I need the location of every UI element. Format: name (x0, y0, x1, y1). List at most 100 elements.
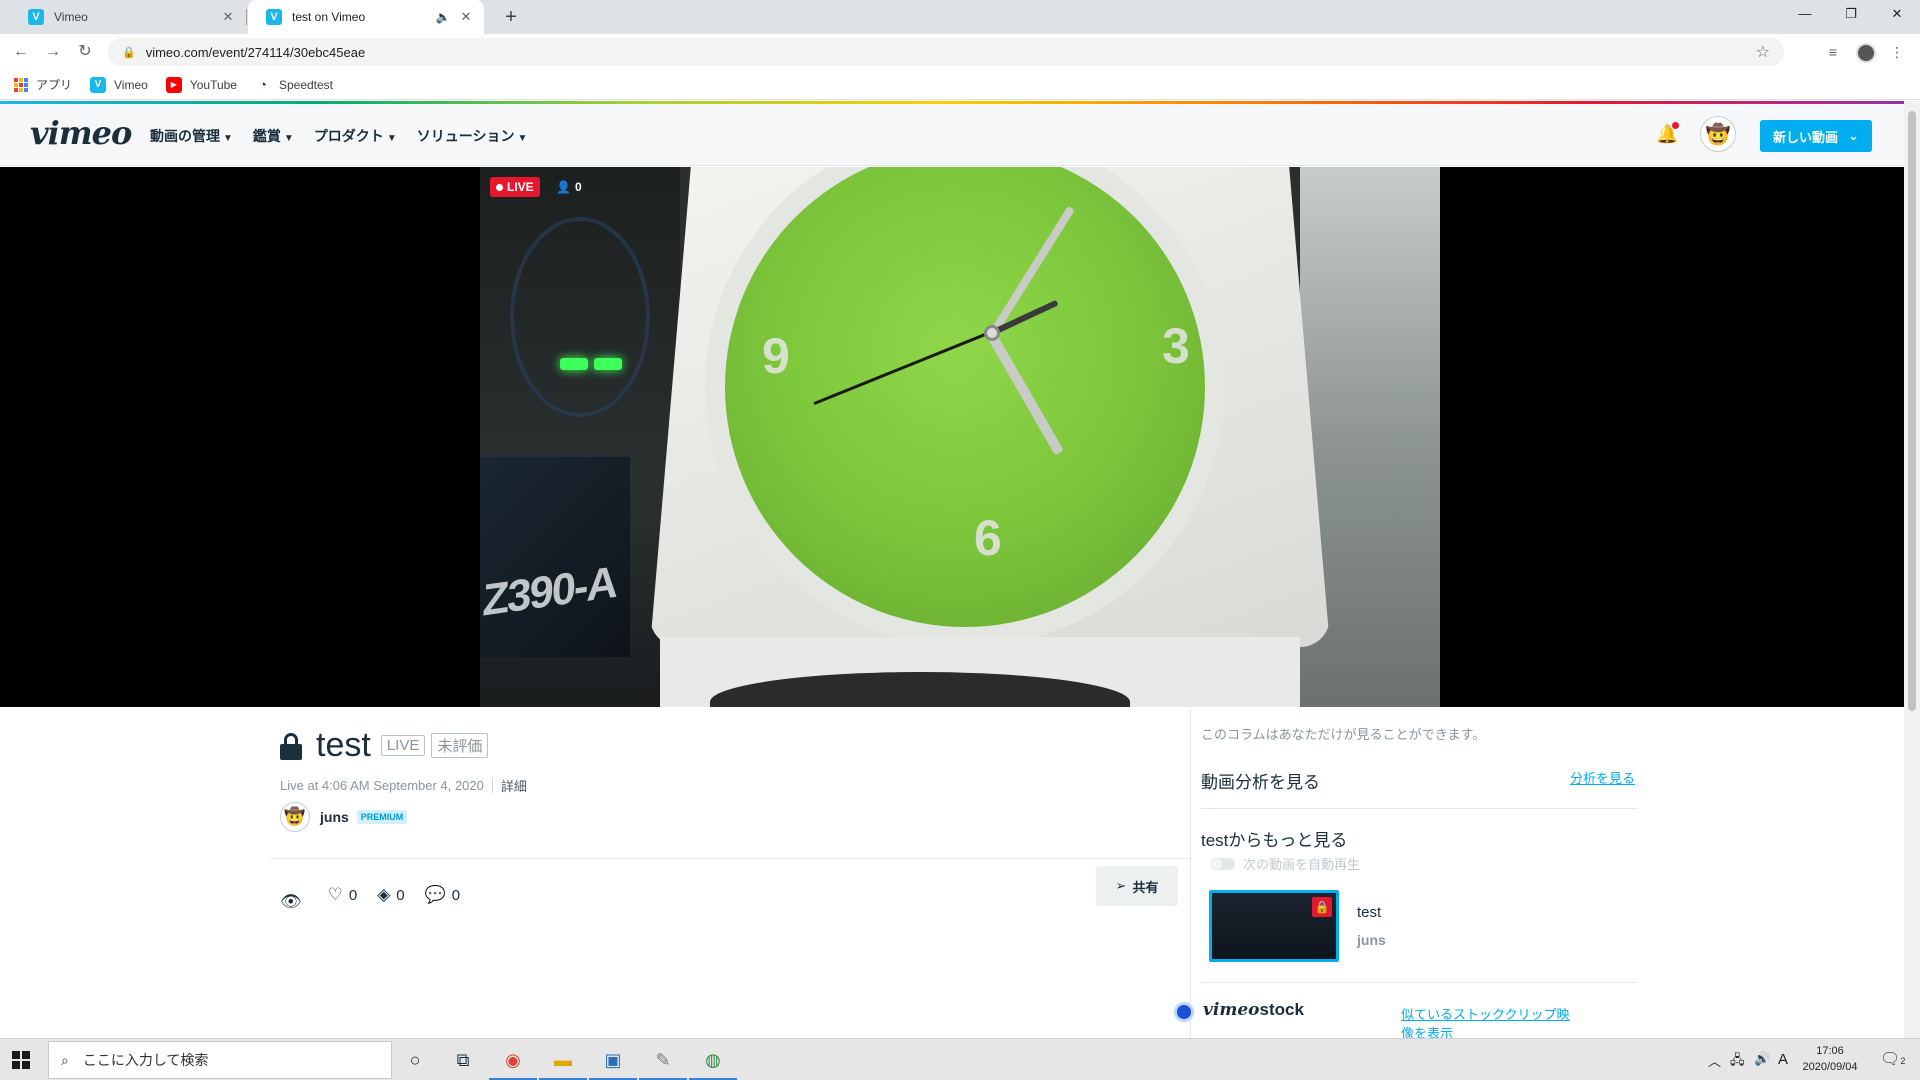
view-analytics-link[interactable]: 分析を見る (1570, 768, 1635, 787)
like-stat[interactable]: ♡ 0 (328, 885, 358, 905)
recommended-title[interactable]: test (1357, 904, 1381, 921)
owner-avatar[interactable]: 🤠 (280, 802, 310, 832)
bookmark-apps[interactable]: アプリ (14, 76, 72, 93)
app-window-icon[interactable]: ▣ (589, 1045, 637, 1080)
tab-label: test on Vimeo (292, 10, 366, 24)
bookmarks-bar: アプリ V Vimeo ▶ YouTube ◔ Speedtest (0, 70, 1920, 100)
live-dot-icon (496, 183, 503, 191)
video-player[interactable]: Z390-A 9 3 6 LIVE 👤 0 (0, 167, 1904, 707)
address-bar[interactable]: 🔒 vimeo.com/event/274114/30ebc45eae ☆ (108, 38, 1784, 66)
windows-taskbar: ⌕ ここに入力して検索 ○ ⧉ ◉ ▬ ▣ ✎ ◍ ︿ 🖧 🔊 A 17:06 … (0, 1038, 1920, 1080)
cortana-icon[interactable]: ○ (400, 1045, 430, 1075)
sidebar-divider (1201, 808, 1638, 809)
page-scrollbar[interactable] (1904, 101, 1920, 1038)
clock-face (725, 167, 1205, 627)
tab-vimeo[interactable]: V Vimeo ✕ (10, 0, 246, 34)
clock-number-3: 3 (1162, 318, 1190, 374)
chevron-down-icon: ▼ (517, 133, 528, 144)
person-icon: 👤 (556, 180, 571, 194)
owner-sidebar: このコラムはあなただけが見ることができます。 動画分析を見る testからもっと… (1190, 708, 1638, 1041)
vimeo-favicon-icon: V (28, 9, 44, 25)
vimeo-icon: V (90, 76, 107, 93)
taskbar-clock[interactable]: 17:06 2020/09/04 (1796, 1043, 1864, 1075)
bookmark-speedtest[interactable]: ◔ Speedtest (255, 77, 333, 93)
back-arrow-icon[interactable]: ← (8, 39, 34, 65)
bookmark-label: Speedtest (278, 77, 334, 92)
taskbar-search-box[interactable]: ⌕ ここに入力して検索 (48, 1041, 392, 1079)
recommended-owner[interactable]: juns (1357, 932, 1386, 948)
user-avatar[interactable]: 🤠 (1700, 116, 1736, 152)
comment-stat[interactable]: 💬 0 (425, 885, 461, 905)
toggle-switch[interactable] (1211, 857, 1235, 870)
owner-name[interactable]: juns (320, 809, 349, 825)
autoplay-toggle[interactable]: 次の動画を自動再生 (1211, 854, 1360, 873)
minimize-button[interactable]: — (1782, 0, 1828, 30)
windows-start-icon[interactable] (12, 1051, 30, 1069)
vimeo-logo[interactable]: vimeo (30, 114, 132, 152)
bookmark-vimeo[interactable]: V Vimeo (90, 76, 148, 93)
eye-icon: 👁 (280, 892, 302, 911)
nav-products[interactable]: プロダクト ▼ (314, 126, 397, 146)
video-motherboard (480, 457, 630, 657)
close-icon[interactable]: ✕ (220, 9, 236, 25)
file-explorer-icon[interactable]: ▬ (539, 1045, 587, 1080)
volume-icon[interactable]: 🔊 (1754, 1051, 1770, 1067)
premium-badge: PREMIUM (356, 810, 408, 824)
kebab-menu-icon[interactable]: ⋮ (1884, 39, 1910, 65)
bookmark-label: Vimeo (114, 77, 148, 92)
recommended-thumbnail[interactable]: 🔒 (1209, 890, 1339, 962)
details-link[interactable]: 詳細 (501, 776, 527, 795)
paint-brush-icon[interactable]: ✎ (639, 1045, 687, 1080)
owner-row: 🤠 juns PREMIUM (280, 802, 408, 832)
speaker-icon[interactable]: 🔈 (434, 10, 452, 24)
window-close-button[interactable]: ✕ (1874, 0, 1920, 30)
media-control-icon[interactable]: ≡ (1820, 39, 1846, 65)
restore-button[interactable]: ❐ (1828, 0, 1874, 30)
scrollbar-thumb[interactable] (1908, 111, 1916, 711)
video-cables (510, 217, 650, 417)
new-video-button[interactable]: 新しい動画 ⌄ (1760, 120, 1872, 152)
apps-grid-icon (14, 77, 28, 92)
vimeo-favicon-icon: V (266, 9, 282, 25)
speedtest-icon: ◔ (259, 77, 267, 92)
chevron-down-icon: ▼ (223, 133, 233, 144)
share-button[interactable]: ➢ 共有 (1096, 866, 1178, 906)
live-date: Live at 4:06 AM September 4, 2020 (280, 778, 484, 793)
browser-tab-strip: V Vimeo ✕ V test on Vimeo 🔈 ✕ + — ❐ ✕ (0, 0, 1920, 34)
live-badge: LIVE (490, 177, 540, 197)
bookmark-youtube[interactable]: ▶ YouTube (165, 76, 237, 93)
nav-watch[interactable]: 鑑賞 ▼ (253, 126, 294, 146)
nav-manage-videos[interactable]: 動画の管理 ▼ (150, 126, 233, 146)
task-view-icon[interactable]: ⧉ (448, 1045, 478, 1075)
tab-test-on-vimeo[interactable]: V test on Vimeo 🔈 ✕ (248, 0, 484, 34)
vimeo-header: vimeo 動画の管理 ▼ 鑑賞 ▼ プロダクト ▼ ソリューション ▼ 🔔 🤠 新しい… (0, 104, 1904, 166)
forward-arrow-icon[interactable]: → (40, 39, 66, 65)
close-icon[interactable]: ✕ (458, 9, 474, 25)
video-frame[interactable]: Z390-A 9 3 6 (480, 167, 1440, 707)
green-app-icon[interactable]: ◍ (689, 1045, 737, 1080)
send-icon: ➢ (1115, 878, 1127, 893)
tab-label: Vimeo (54, 10, 88, 24)
bookmark-star-icon[interactable]: ☆ (1756, 42, 1770, 62)
action-center-icon[interactable]: 🗨2 (1880, 1049, 1905, 1069)
video-info: test LIVE 未評価 Live at 4:06 AM September … (270, 708, 1190, 1038)
ime-indicator[interactable]: A (1778, 1051, 1788, 1068)
network-icon[interactable]: 🖧 (1730, 1051, 1745, 1073)
comment-icon: 💬 (424, 885, 446, 904)
meta-separator (491, 778, 493, 793)
tab-separator (246, 9, 247, 25)
info-divider (270, 858, 1190, 859)
notification-dot (1672, 122, 1679, 129)
reload-icon[interactable]: ↻ (72, 39, 98, 65)
new-tab-button[interactable]: + (498, 4, 524, 30)
main-nav: 動画の管理 ▼ 鑑賞 ▼ プロダクト ▼ ソリューション ▼ (150, 126, 527, 146)
stock-clips-link[interactable]: 似ているストッククリップ映像を表示 (1401, 1004, 1570, 1042)
chrome-icon[interactable]: ◉ (489, 1045, 537, 1080)
browser-profile-avatar[interactable] (1856, 43, 1876, 63)
tray-chevron-up-icon[interactable]: ︿ (1708, 1051, 1721, 1070)
chevron-down-icon: ▼ (283, 133, 294, 144)
nav-solutions[interactable]: ソリューション ▼ (417, 126, 528, 146)
viewer-count: 👤 0 (556, 180, 582, 194)
vimeo-stock-logo: vimeostock (1203, 1000, 1304, 1020)
collection-stat[interactable]: ◈ 0 (377, 885, 404, 905)
